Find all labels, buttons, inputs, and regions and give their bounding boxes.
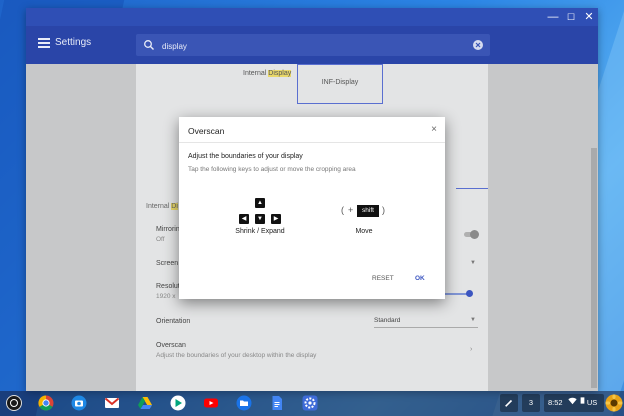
internal-display-thumb-label[interactable]: Internal Display bbox=[243, 70, 292, 77]
youtube-icon[interactable] bbox=[203, 395, 219, 411]
orientation-label: Orientation bbox=[156, 318, 191, 325]
arrow-down-icon: ▼ bbox=[255, 214, 265, 224]
plus-sign: + bbox=[348, 205, 354, 215]
hamburger-menu-icon[interactable] bbox=[38, 38, 50, 48]
open-paren: ( bbox=[341, 205, 344, 215]
arrow-up-icon: ▲ bbox=[255, 198, 265, 208]
notification-count[interactable]: 3 bbox=[522, 394, 540, 412]
search-box[interactable] bbox=[136, 34, 490, 56]
search-icon bbox=[144, 40, 154, 50]
screen-dropdown-arrow-icon[interactable]: ▼ bbox=[470, 260, 476, 266]
resolution-sub: 1920 x bbox=[156, 293, 176, 300]
avatar[interactable] bbox=[605, 394, 623, 412]
tab-underline bbox=[456, 188, 488, 189]
external-display-thumb[interactable]: INF-Display bbox=[297, 64, 383, 104]
close-paren: ) bbox=[382, 205, 385, 215]
clock-time: 8:52 bbox=[548, 398, 563, 407]
mirroring-sub: Off bbox=[156, 236, 165, 243]
clear-icon[interactable] bbox=[472, 39, 484, 51]
section-label: Internal Di bbox=[146, 203, 178, 210]
gmail-icon[interactable] bbox=[104, 395, 120, 411]
overscan-label[interactable]: Overscan bbox=[156, 342, 186, 349]
dialog-title: Overscan bbox=[188, 126, 225, 136]
orientation-select-underline bbox=[374, 327, 478, 328]
window-close-button[interactable]: ✕ bbox=[580, 8, 598, 26]
shelf: 3 8:52 US bbox=[0, 391, 624, 416]
launcher-icon[interactable] bbox=[6, 395, 22, 411]
resolution-slider-knob[interactable] bbox=[466, 290, 473, 297]
play-store-icon[interactable] bbox=[170, 395, 186, 411]
section-label-highlight: Di bbox=[171, 203, 178, 210]
search-input[interactable] bbox=[160, 37, 464, 55]
reset-button[interactable]: RESET bbox=[372, 275, 394, 282]
dialog-heading: Adjust the boundaries of your display bbox=[188, 153, 303, 160]
dialog-divider bbox=[179, 142, 445, 143]
wifi-icon bbox=[568, 397, 577, 405]
shrink-expand-label: Shrink / Expand bbox=[235, 228, 285, 235]
drive-icon[interactable] bbox=[137, 395, 153, 411]
overscan-dialog: Overscan × Adjust the boundaries of your… bbox=[179, 117, 445, 299]
mirroring-toggle[interactable] bbox=[464, 230, 479, 239]
chrome-icon[interactable] bbox=[38, 395, 54, 411]
stylus-tray-button[interactable] bbox=[500, 394, 518, 412]
scrollbar[interactable] bbox=[591, 148, 597, 388]
files-icon[interactable] bbox=[236, 395, 252, 411]
dialog-subtext: Tap the following keys to adjust or move… bbox=[188, 166, 356, 173]
internal-label-highlight: Display bbox=[268, 70, 292, 77]
app-title: Settings bbox=[55, 37, 92, 48]
arrow-left-icon: ◀ bbox=[239, 214, 249, 224]
status-tray[interactable]: 8:52 US bbox=[544, 394, 604, 412]
window-titlebar[interactable]: — ☐ ✕ bbox=[26, 8, 598, 26]
stylus-icon bbox=[505, 399, 513, 407]
minimize-button[interactable]: — bbox=[544, 8, 562, 26]
maximize-button[interactable]: ☐ bbox=[562, 8, 580, 26]
camera-icon[interactable] bbox=[71, 395, 87, 411]
settings-icon[interactable] bbox=[302, 395, 318, 411]
shift-key: shift bbox=[357, 205, 379, 217]
overscan-sub: Adjust the boundaries of your desktop wi… bbox=[156, 352, 317, 359]
battery-icon bbox=[580, 397, 585, 404]
internal-label-prefix: Internal bbox=[243, 70, 269, 77]
settings-app-bar: Settings bbox=[26, 26, 598, 64]
move-label: Move bbox=[355, 228, 373, 235]
orientation-select[interactable]: Standard bbox=[374, 317, 400, 324]
close-icon[interactable]: × bbox=[431, 124, 437, 135]
locale-label: US bbox=[586, 398, 598, 407]
section-label-prefix: Internal bbox=[146, 203, 172, 210]
docs-icon[interactable] bbox=[269, 395, 285, 411]
ok-button[interactable]: OK bbox=[415, 275, 425, 282]
screen-label: Screen bbox=[156, 260, 179, 267]
arrow-right-icon: ▶ bbox=[271, 214, 281, 224]
chevron-right-icon[interactable]: › bbox=[470, 346, 472, 353]
orientation-dropdown-arrow-icon[interactable]: ▼ bbox=[470, 317, 476, 323]
